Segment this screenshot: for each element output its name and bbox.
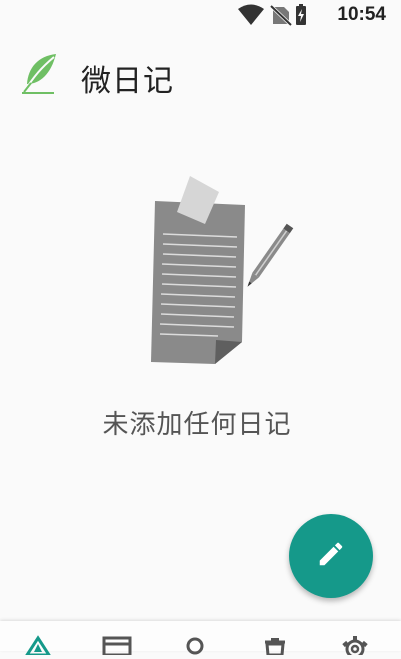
- status-bar: 10:54: [0, 0, 401, 30]
- archive-icon: [101, 636, 133, 659]
- battery-charging-icon: [296, 4, 306, 25]
- search-icon: [180, 637, 212, 659]
- wifi-icon: [238, 4, 264, 25]
- bottom-nav: [0, 621, 401, 659]
- nav-item-archive[interactable]: [101, 635, 133, 657]
- empty-message: 未添加任何日记: [102, 410, 292, 440]
- app-bar: 微日记: [0, 48, 401, 104]
- nav-item-search[interactable]: [180, 635, 212, 655]
- status-time: 10:54: [337, 4, 386, 25]
- edit-pencil-icon: [316, 539, 346, 573]
- nav-item-settings[interactable]: [339, 635, 371, 659]
- status-icons: [238, 4, 310, 30]
- feather-leaf-icon: [20, 52, 60, 100]
- nav-item-home[interactable]: [22, 635, 54, 657]
- new-entry-fab[interactable]: [289, 514, 373, 598]
- nav-item-trash[interactable]: [259, 635, 291, 657]
- app-title: 微日记: [81, 64, 174, 99]
- no-sim-icon: [269, 4, 293, 27]
- home-tree-icon: [22, 635, 54, 659]
- paper-with-pencil-icon: [148, 174, 300, 374]
- settings-gear-icon: [339, 636, 371, 659]
- trash-icon: [259, 638, 291, 659]
